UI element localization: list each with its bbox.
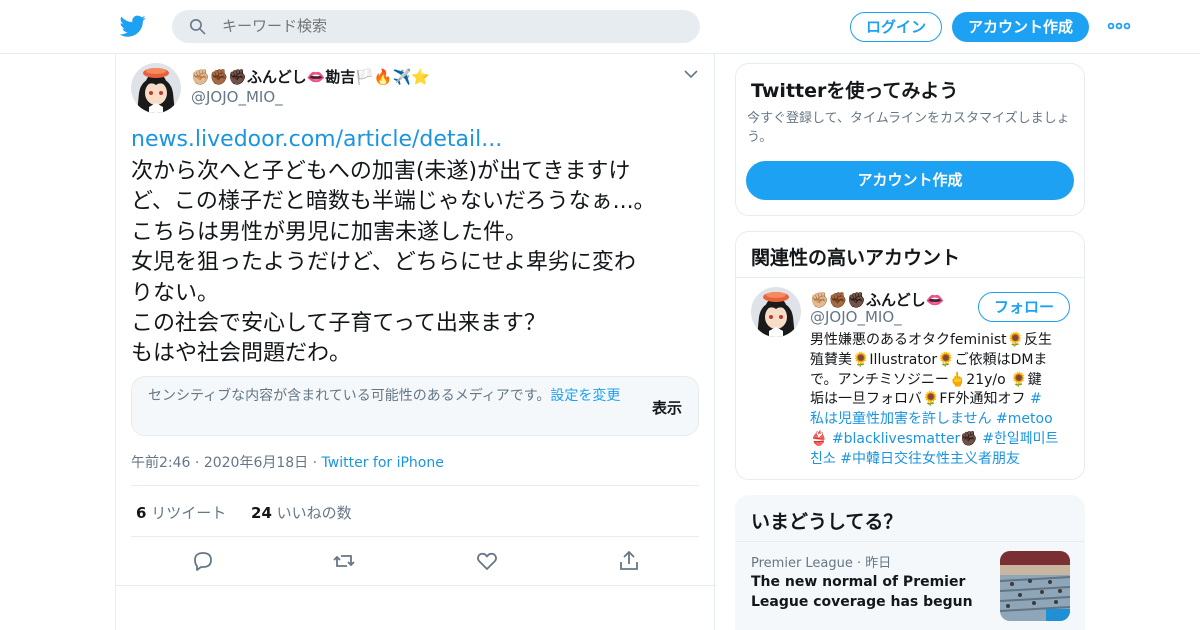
author-display-name[interactable]: ✊🏼✊🏾✊🏿ふんどし👄勘吉🏳️🔥✈️⭐ [191,66,430,87]
tweet-text-line: こちらは男性が男児に加害未遂した件。 [131,219,528,245]
author-handle[interactable]: @JOJO_MIO_ [191,88,283,106]
signup-button[interactable]: アカウント作成 [952,12,1089,42]
bio-line: 殖賛美🌻Illustrator🌻ご依頼はDMま [810,351,1074,371]
like-count: 24 [251,504,272,522]
hashtag-link[interactable]: #한일페미트 [982,431,1058,447]
related-accounts-card: 関連性の高いアカウント ✊🏼✊🏾✊🏿ふんどし👄 @JOJO_MIO_ フォロー … [735,231,1085,480]
sensitive-media-warning: センシティブな内容が含まれている可能性のあるメディアです。設定を変更 表示 [131,376,699,436]
trend-thumbnail[interactable] [1000,551,1070,621]
chevron-down-icon[interactable] [684,69,698,79]
signup-card-button[interactable]: アカウント作成 [746,161,1074,200]
bio-text: 👙 [810,430,832,447]
show-media-button[interactable]: 表示 [652,397,682,418]
avatar-illustration [131,63,181,113]
bio-line: 垢は一旦フォロバ🌻FF外通知オフ # [810,390,1074,410]
signup-card: Twitterを使ってみよう 今すぐ登録して、タイムラインをカスタマイズしましょ… [735,63,1085,216]
login-button[interactable]: ログイン [850,12,942,42]
bio-text: 殖賛美🌻Illustrator🌻ご依頼はDMま [810,351,1048,368]
trends-card: いまどうしてる？ Premier League · 昨日 The new nor… [735,495,1085,630]
tweet-timestamp: 午前2:46 · 2020年6月18日 · Twitter for iPhone [131,455,444,471]
stadium-seats-image [1000,551,1070,621]
like-icon[interactable] [475,549,499,573]
tweet-text-line: 次から次へと子どもへの加害(未遂)が出てきますけ [131,159,631,184]
hashtag-link[interactable]: # [1030,391,1042,407]
retweet-stat[interactable]: 6 リツイート [136,504,226,522]
divider [736,541,1084,542]
bio-text: 男性嫌悪のあるオタクfeminist🌻反生 [810,332,1053,348]
bio-text: ✊🏿 [960,430,983,447]
tweet-text-line: この社会で安心して子育てって出来ます？ [131,311,546,337]
divider [131,485,699,486]
related-accounts-title: 関連性の高いアカウント [751,247,961,269]
hashtag-link[interactable]: 친소 #中韓日交往女性主义者朋友 [810,451,1020,467]
avatar-illustration [751,287,801,337]
more-options-icon[interactable] [1107,18,1131,34]
related-account-name[interactable]: ✊🏼✊🏾✊🏿ふんどし👄 [810,289,944,310]
retweet-count: 6 [136,504,147,522]
bio-text: 垢は一旦フォロバ🌻FF外通知オフ [810,391,1030,408]
trend-time: 昨日 [865,556,892,571]
change-settings-link[interactable]: 設定を変更 [550,388,620,404]
bio-line: 친소 #中韓日交往女性主义者朋友 [810,450,1074,470]
tweet-body: 次から次へと子どもへの加害(未遂)が出てきますけ ど、この様子だと暗数も半端じゃ… [131,157,701,370]
sensitive-message-text: センシティブな内容が含まれている可能性のあるメディアです。 [148,388,551,404]
bio-line: で。アンチミソジニー🖕21y/o 🌻鍵 [810,371,1074,391]
tweet-source-link[interactable]: Twitter for iPhone [322,455,444,471]
tweet-stats: 6 リツイート 24 いいねの数 [136,502,352,523]
tweet-text-line: 女児を狙ったようだけど、どちらにせよ卑劣に変わ [131,250,636,276]
related-account-avatar[interactable] [751,287,801,337]
search-icon [189,18,206,35]
share-icon[interactable] [617,549,641,573]
search-input[interactable] [222,10,662,43]
tweet-time[interactable]: 午前2:46 [131,455,190,471]
top-bar: ログイン アカウント作成 [0,0,1200,54]
hashtag-link[interactable]: 私は児童性加害を許しません #metoo [810,411,1053,427]
tweet-text-line: りない。 [131,280,220,306]
tweet-text-line: もはや社会問題だわ。 [131,341,352,367]
related-account-bio: 男性嫌悪のあるオタクfeminist🌻反生 殖賛美🌻Illustrator🌻ご依… [810,331,1074,470]
like-label: いいねの数 [276,504,352,522]
divider [736,277,1084,278]
divider [131,536,699,537]
tweet-actions [116,549,716,575]
bio-line: 私は児童性加害を許しません #metoo [810,410,1074,430]
like-stat[interactable]: 24 いいねの数 [251,504,352,522]
tweet-article-link[interactable]: news.livedoor.com/article/detail... [131,127,502,152]
retweet-label: リツイート [151,504,227,522]
trend-meta: Premier League · 昨日 [751,556,892,571]
reply-icon[interactable] [191,549,215,573]
twitter-bird-icon[interactable] [120,13,146,39]
tweet-text-line: ど、この様子だと暗数も半端じゃないだろうなぁ...。 [131,189,656,215]
author-avatar[interactable] [131,63,181,113]
related-account-handle[interactable]: @JOJO_MIO_ [810,308,902,326]
sensitive-message: センシティブな内容が含まれている可能性のあるメディアです。設定を変更 [148,387,638,406]
hashtag-link[interactable]: #blacklivesmatter [832,431,960,447]
trend-category: Premier League [751,556,853,571]
tweet-date[interactable]: 2020年6月18日 [204,455,308,471]
bio-line: 👙 #blacklivesmatter✊🏿 #한일페미트 [810,430,1074,450]
signup-card-description: 今すぐ登録して、タイムラインをカスタマイズしましょう。 [747,111,1070,145]
signup-card-title: Twitterを使ってみよう [751,80,959,102]
bio-line: 男性嫌悪のあるオタクfeminist🌻反生 [810,331,1074,351]
follow-button[interactable]: フォロー [978,292,1070,322]
trends-title: いまどうしてる？ [751,511,903,533]
bio-text: で。アンチミソジニー🖕21y/o 🌻鍵 [810,371,1042,388]
tweet-detail: ✊🏼✊🏾✊🏿ふんどし👄勘吉🏳️🔥✈️⭐ @JOJO_MIO_ news.live… [115,53,716,630]
retweet-icon[interactable] [332,549,356,573]
search-box[interactable] [172,10,700,43]
divider [116,585,716,586]
trend-headline[interactable]: The new normal of Premier League coverag… [751,572,996,612]
